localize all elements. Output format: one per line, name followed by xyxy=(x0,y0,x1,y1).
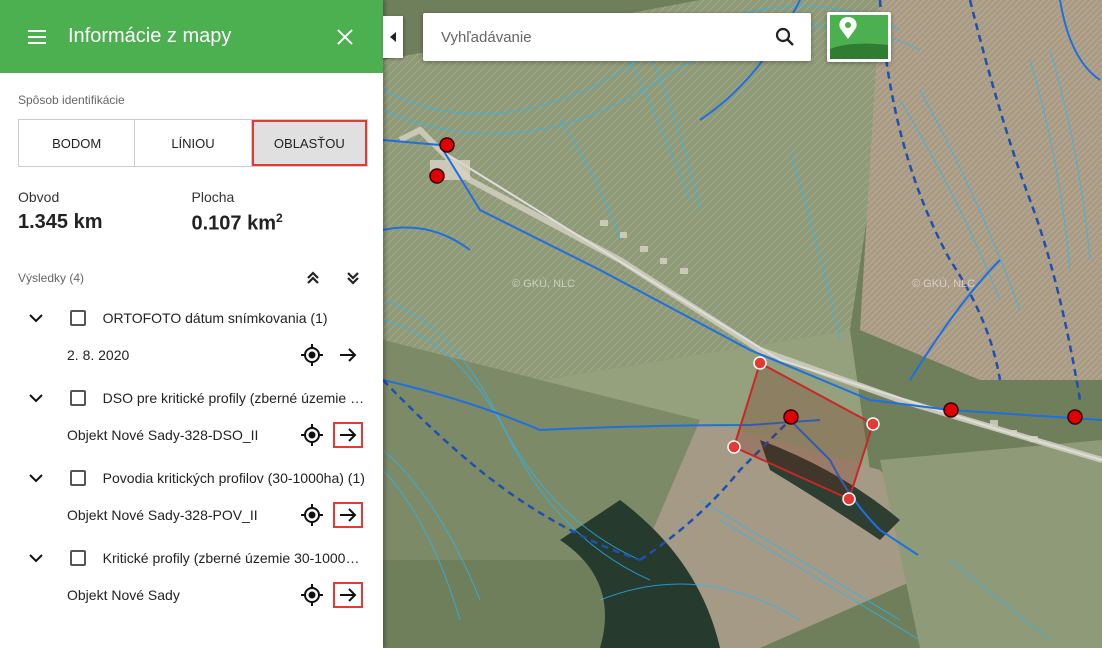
panel-title: Informácie z mapy xyxy=(68,25,232,47)
chevron-down-icon[interactable] xyxy=(26,468,46,488)
mode-line-button[interactable]: LÍNIOU xyxy=(135,120,252,166)
result-group: Povodia kritických profilov (30-1000ha) … xyxy=(18,464,365,530)
close-icon[interactable] xyxy=(333,25,357,49)
results-label: Výsledky (4) xyxy=(18,270,85,285)
result-group-label: Povodia kritických profilov (30-1000ha) … xyxy=(102,469,365,486)
zoom-to-target-icon[interactable] xyxy=(301,343,323,366)
measurement-summary: Obvod 1.345 km Plocha 0.107 km2 xyxy=(18,189,365,236)
layer-checkbox[interactable] xyxy=(69,389,86,406)
result-group-header: DSO pre kritické profily (zberné územie … xyxy=(18,384,365,412)
map-watermark-2: © GKÚ, NLC xyxy=(912,277,975,290)
open-detail-arrow-icon[interactable] xyxy=(333,421,363,448)
result-item: Objekt Nové Sady xyxy=(67,580,365,610)
menu-icon[interactable] xyxy=(28,29,68,44)
open-detail-arrow-icon[interactable] xyxy=(333,501,363,528)
result-group-label: ORTOFOTO dátum snímkovania (1) xyxy=(102,309,328,326)
zoom-to-target-icon[interactable] xyxy=(301,503,323,526)
area: Plocha 0.107 km2 xyxy=(192,189,366,236)
result-item: Objekt Nové Sady-328-POV_II xyxy=(67,500,365,530)
layer-checkbox[interactable] xyxy=(69,309,86,326)
mode-area-button[interactable]: OBLASŤOU xyxy=(251,120,367,166)
collapse-panel-icon[interactable] xyxy=(383,16,403,58)
expand-all-icon[interactable] xyxy=(341,266,365,290)
result-item-label: Objekt Nové Sady xyxy=(67,586,180,603)
result-group-header: Kritické profily (zberné územie 30-1000h… xyxy=(18,544,365,572)
panel-header: Informácie z mapy xyxy=(0,0,383,73)
chevron-down-icon[interactable] xyxy=(26,388,46,408)
map-info-panel: Informácie z mapy Spôsob identifikácie B… xyxy=(0,0,383,648)
mode-point-button[interactable]: BODOM xyxy=(19,120,136,166)
perimeter-value: 1.345 km xyxy=(18,211,103,233)
result-group-label: Kritické profily (zberné územie 30-1000h… xyxy=(102,549,365,566)
chevron-down-icon[interactable] xyxy=(26,548,46,568)
chevron-down-icon[interactable] xyxy=(26,308,46,328)
result-group: ORTOFOTO dátum snímkovania (1) 2. 8. 2020 xyxy=(18,304,365,370)
basemap-switch-button[interactable] xyxy=(827,12,891,62)
result-group-header: Povodia kritických profilov (30-1000ha) … xyxy=(18,464,365,492)
result-item: Objekt Nové Sady-328-DSO_II xyxy=(67,420,365,450)
basemap-thumbnail-icon xyxy=(830,15,888,59)
area-value-wrap: 0.107 km2 xyxy=(192,211,366,236)
search-input[interactable] xyxy=(439,27,773,47)
map-watermark: © GKÚ, NLC xyxy=(512,277,575,290)
layer-checkbox[interactable] xyxy=(69,549,86,566)
perimeter: Obvod 1.345 km xyxy=(18,189,192,236)
result-group: Kritické profily (zberné územie 30-1000h… xyxy=(18,544,365,610)
result-item-label: 2. 8. 2020 xyxy=(67,346,130,363)
area-label: Plocha xyxy=(191,189,235,205)
result-item-label: Objekt Nové Sady-328-DSO_II xyxy=(67,426,259,443)
identification-mode-group: BODOM LÍNIOU OBLASŤOU xyxy=(18,119,368,167)
result-group-label: DSO pre kritické profily (zberné územie … xyxy=(102,389,365,406)
identification-label: Spôsob identifikácie xyxy=(18,93,125,107)
collapse-all-icon[interactable] xyxy=(301,266,325,290)
results-header: Výsledky (4) xyxy=(18,266,365,290)
area-unit-sup: 2 xyxy=(276,211,283,225)
search-box xyxy=(423,13,811,61)
result-item-label: Objekt Nové Sady-328-POV_II xyxy=(67,506,258,523)
open-detail-arrow-icon[interactable] xyxy=(333,581,363,608)
result-item: 2. 8. 2020 xyxy=(67,340,365,370)
zoom-to-target-icon[interactable] xyxy=(301,423,323,446)
search-icon[interactable] xyxy=(773,25,797,49)
open-detail-arrow-icon[interactable] xyxy=(333,342,363,368)
perimeter-label: Obvod xyxy=(18,189,60,205)
layer-checkbox[interactable] xyxy=(69,469,86,486)
zoom-to-target-icon[interactable] xyxy=(301,583,323,606)
area-value: 0.107 km xyxy=(191,212,277,235)
result-group: DSO pre kritické profily (zberné územie … xyxy=(18,384,365,450)
result-group-header: ORTOFOTO dátum snímkovania (1) xyxy=(18,304,365,332)
